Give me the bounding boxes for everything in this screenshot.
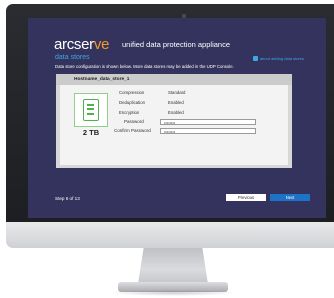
info-icon: [252, 56, 258, 61]
about-data-stores-link[interactable]: about adding data stores: [252, 56, 304, 61]
previous-button[interactable]: Previous: [226, 194, 266, 201]
data-store-capacity: 2 TB: [82, 128, 100, 137]
data-store-panel: Hostname_data_store_1 2 TB Compression S…: [56, 74, 292, 168]
step-indicator: Step 6 of 13: [55, 196, 80, 201]
compression-value: Standard: [168, 90, 186, 95]
deduplication-label: Deduplication: [119, 100, 146, 105]
deduplication-value: Enabled: [168, 100, 184, 105]
about-link-label: about adding data stores: [259, 56, 304, 61]
password-label: Password: [124, 119, 144, 124]
confirm-password-label: Confirm Password: [114, 128, 151, 133]
password-field[interactable]: ••••••••: [160, 119, 256, 125]
logo-accent: ve: [93, 36, 110, 53]
logo-text: arcser: [54, 36, 94, 53]
compression-label: Compression: [119, 90, 145, 95]
monitor-stand: [138, 248, 208, 284]
encryption-label: Encryption: [119, 110, 140, 115]
screen: arcserve unified data protection applian…: [28, 18, 326, 218]
monitor-chin: [6, 222, 334, 248]
data-store-body: 2 TB Compression Standard Deduplication …: [60, 85, 288, 165]
confirm-password-field[interactable]: ••••••••: [160, 128, 256, 134]
stand-shadow: [108, 290, 238, 296]
brand-logo: arcserve: [54, 36, 109, 53]
data-store-name: Hostname_data_store_1: [74, 77, 130, 82]
data-store-header: Hostname_data_store_1: [56, 74, 292, 85]
next-button[interactable]: Next: [270, 194, 310, 201]
app-title: unified data protection appliance: [122, 40, 230, 49]
encryption-value: Enabled: [168, 110, 184, 115]
page-description: Data store configuration is shown below.…: [55, 64, 234, 69]
disk-icon: [74, 93, 108, 127]
section-title: data stores: [55, 54, 90, 61]
